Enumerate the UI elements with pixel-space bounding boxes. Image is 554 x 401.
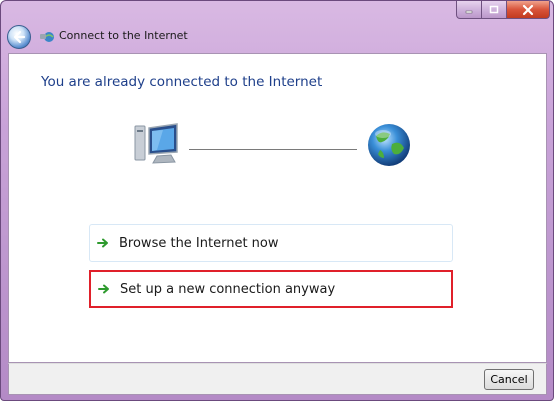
back-arrow-icon bbox=[13, 30, 26, 44]
maximize-button[interactable] bbox=[482, 1, 507, 19]
green-arrow-icon bbox=[97, 238, 108, 248]
green-arrow-icon bbox=[98, 284, 109, 294]
maximize-icon bbox=[489, 5, 499, 13]
option-label: Set up a new connection anyway bbox=[120, 281, 336, 297]
browse-internet-option[interactable]: Browse the Internet now bbox=[89, 224, 453, 262]
page-title: You are already connected to the Interne… bbox=[41, 74, 323, 90]
close-icon bbox=[522, 4, 534, 15]
minimize-button[interactable] bbox=[456, 1, 482, 19]
title-bar[interactable]: Connect to the Internet bbox=[1, 1, 554, 53]
button-bar: Cancel bbox=[8, 363, 547, 395]
wizard-content: You are already connected to the Interne… bbox=[8, 53, 547, 363]
minimize-icon bbox=[465, 10, 473, 13]
new-connection-option[interactable]: Set up a new connection anyway bbox=[89, 270, 453, 308]
network-globe-icon bbox=[40, 32, 54, 42]
option-label: Browse the Internet now bbox=[119, 235, 279, 251]
window-frame: Connect to the Internet You are already … bbox=[0, 0, 554, 401]
back-button[interactable] bbox=[7, 25, 31, 49]
window-title: Connect to the Internet bbox=[59, 29, 188, 42]
connection-line bbox=[189, 149, 357, 150]
close-button[interactable] bbox=[507, 1, 550, 19]
globe-icon bbox=[368, 124, 410, 166]
cancel-button[interactable]: Cancel bbox=[484, 369, 534, 390]
computer-icon bbox=[134, 123, 178, 164]
window-controls bbox=[456, 1, 550, 19]
